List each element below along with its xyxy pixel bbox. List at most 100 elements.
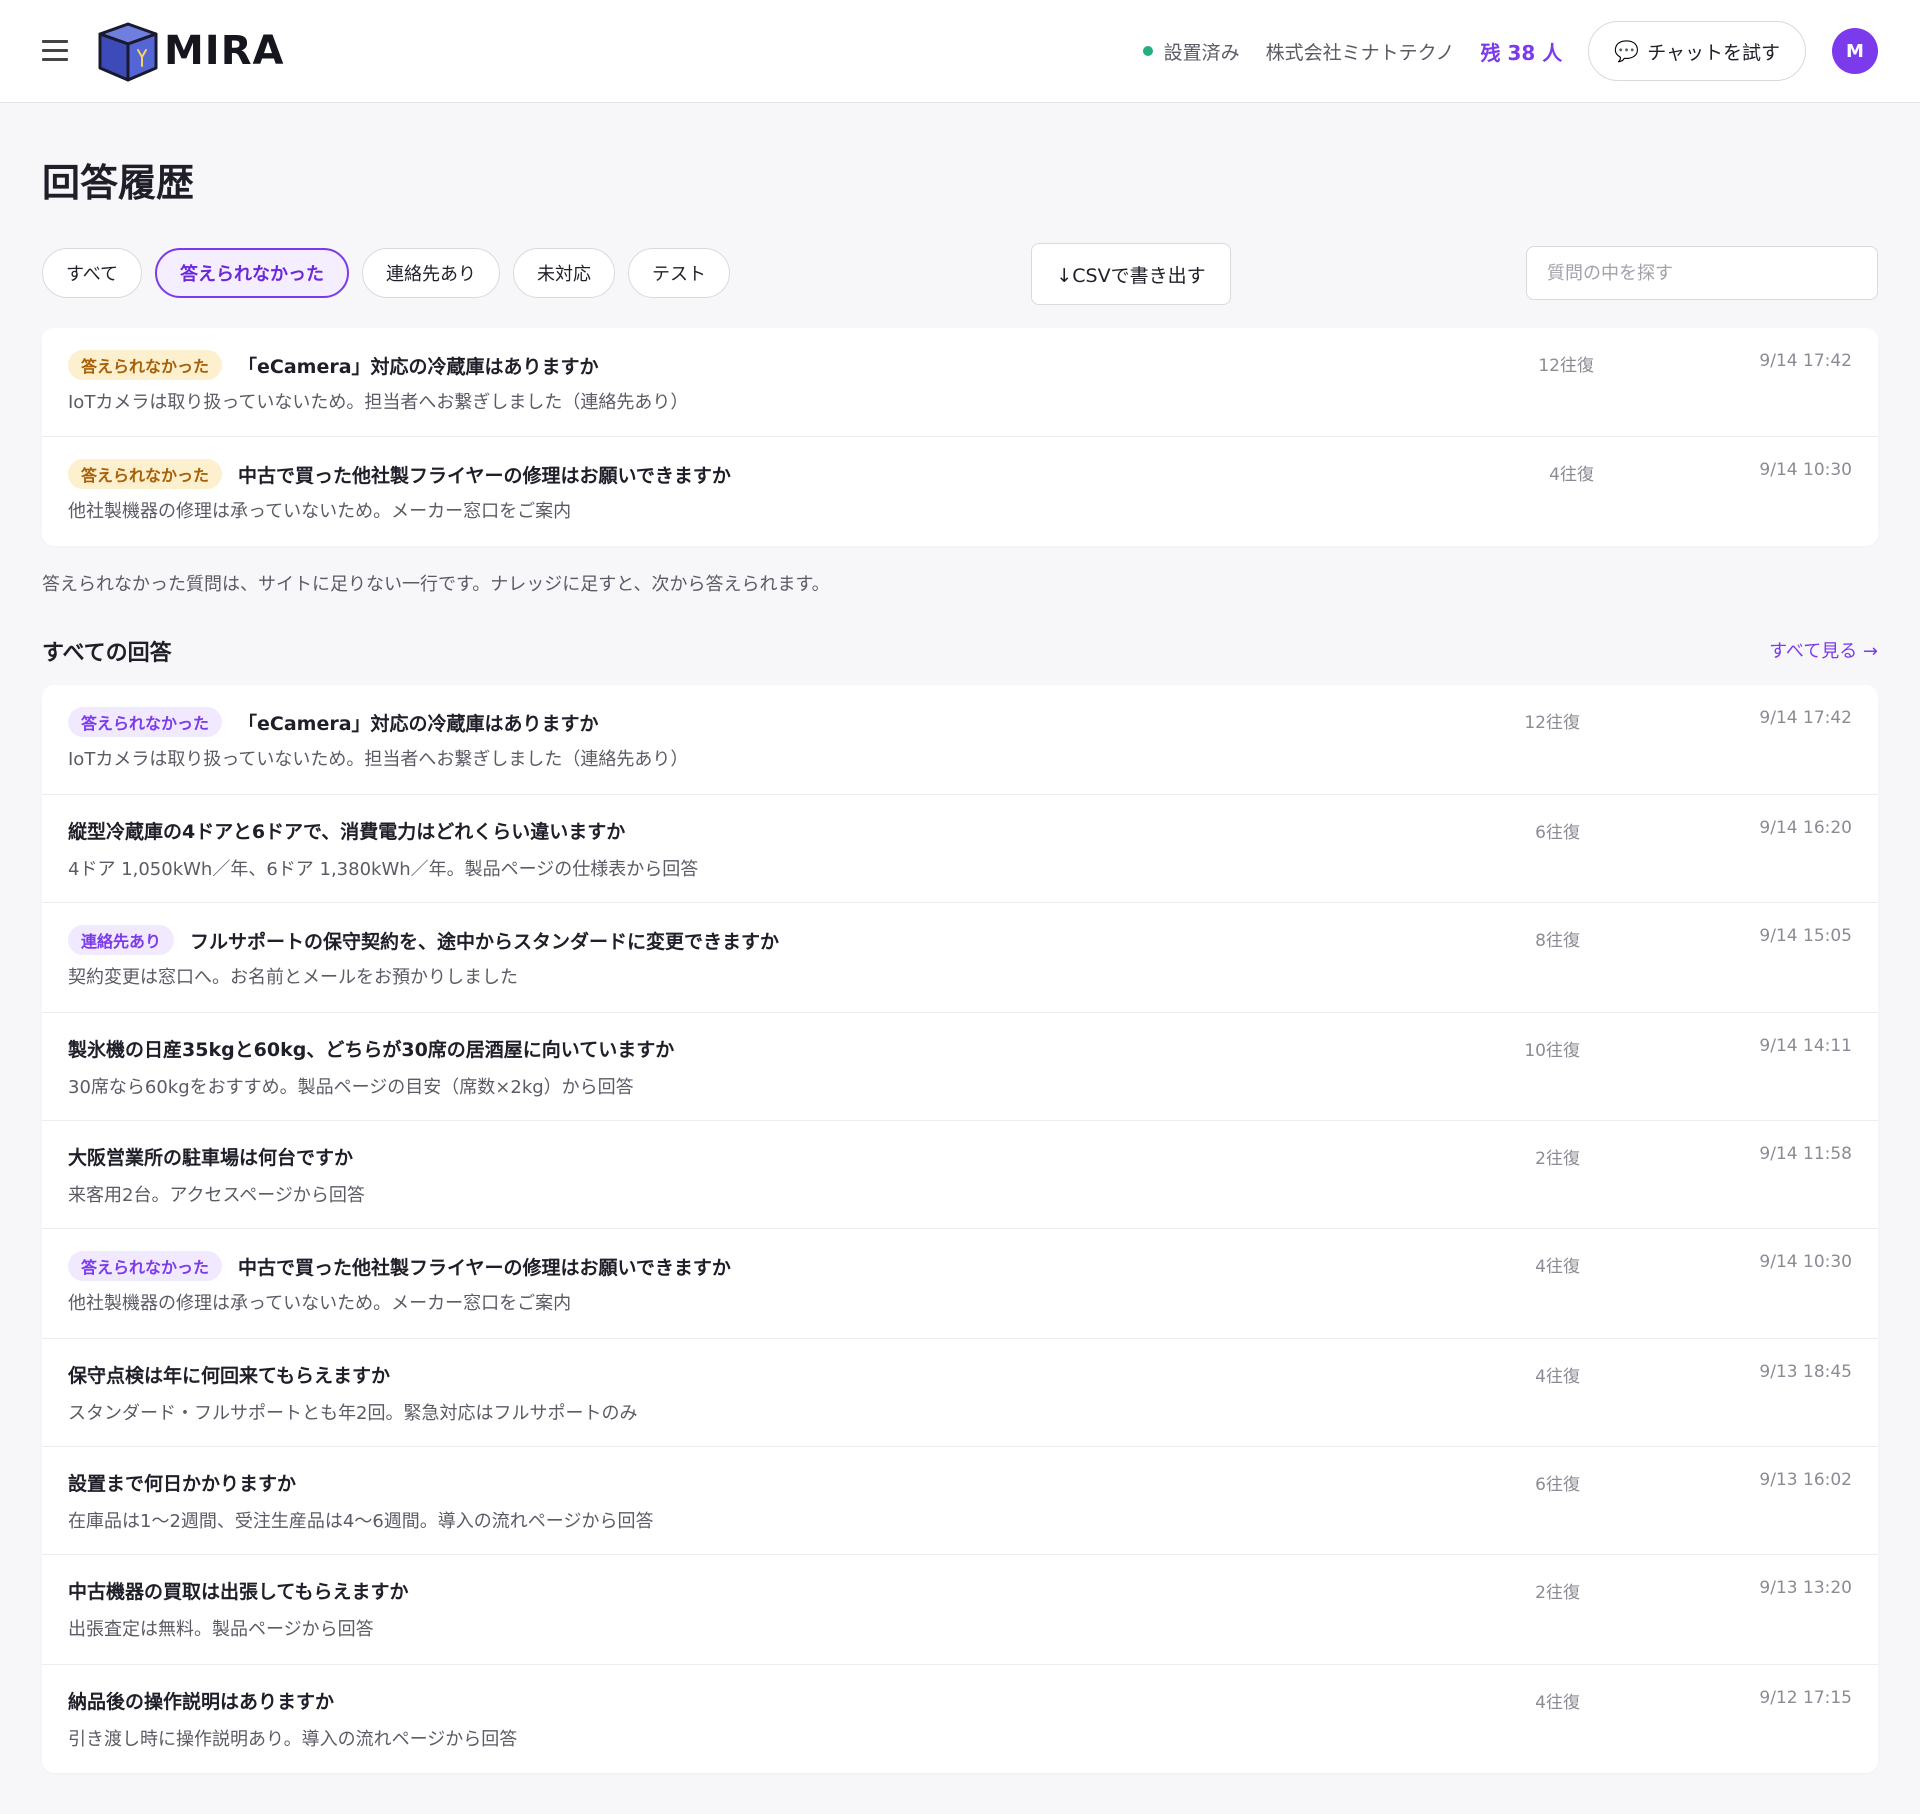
filter-unanswered[interactable]: 答えられなかった — [155, 248, 350, 298]
list-item-header: 製氷機の日産35kgと60kg、どちらが30席の居酒屋に向いていますか — [68, 1035, 674, 1062]
filter-has-contact[interactable]: 連絡先あり — [362, 248, 501, 298]
answer-summary: 契約変更は窓口へ。お名前とメールをお預かりしました — [68, 967, 518, 988]
list-item[interactable]: 大阪営業所の駐車場は何台ですか 来客用2台。アクセスページから回答 2往復 9/14 … — [42, 1121, 1878, 1229]
timestamp: 9/14 10:30 — [1759, 460, 1852, 480]
search-input[interactable] — [1526, 246, 1878, 300]
try-chat-label: チャットを試す — [1647, 41, 1780, 64]
timestamp: 9/14 10:30 — [1759, 1252, 1852, 1272]
timestamp: 9/13 18:45 — [1759, 1362, 1852, 1382]
timestamp: 9/13 13:20 — [1759, 1578, 1852, 1598]
cube-logo-icon — [98, 22, 158, 82]
turn-count: 10往復 — [1524, 1041, 1580, 1061]
answer-summary: 来客用2台。アクセスページから回答 — [68, 1185, 365, 1206]
turn-count: 4往復 — [1535, 1257, 1580, 1277]
list-item-header: 中古機器の買取は出張してもらえますか — [68, 1577, 408, 1604]
status-badge: 答えられなかった — [68, 1251, 223, 1281]
turn-count: 12往復 — [1538, 356, 1594, 376]
timestamp: 9/14 17:42 — [1759, 351, 1852, 371]
all-answers-list: 答えられなかった 「eCamera」対応の冷蔵庫はありますか IoTカメラは取り扱っ… — [42, 685, 1878, 1773]
question-text: 大阪営業所の駐車場は何台ですか — [68, 1147, 354, 1169]
filter-test[interactable]: テスト — [628, 248, 731, 298]
timestamp: 9/14 11:58 — [1759, 1144, 1852, 1164]
status-badge: 答えられなかった — [68, 459, 223, 489]
answer-summary: 在庫品は1〜2週間、受注生産品は4〜6週間。導入の流れページから回答 — [68, 1511, 654, 1532]
logo[interactable]: MIRA — [94, 18, 284, 84]
list-item[interactable]: 保守点検は年に何回来てもらえますかスタンダード・フルサポートとも年2回。緊急対応… — [42, 1339, 1878, 1447]
status-badge: 連絡先あり — [68, 925, 175, 955]
question-text: 製氷機の日産35kgと60kg、どちらが30席の居酒屋に向いていますか — [68, 1039, 675, 1061]
turn-count: 4往復 — [1549, 465, 1594, 485]
turn-count: 2往復 — [1535, 1149, 1580, 1169]
list-item-header: 答えられなかった 中古で買った他社製フライヤーの修理はお願いできますか — [68, 1251, 731, 1281]
status-badge: 答えられなかった — [68, 707, 223, 737]
avatar[interactable]: M — [1832, 28, 1878, 74]
page-title: 回答履歴 — [42, 161, 195, 205]
list-item[interactable]: 答えられなかった 中古で買った他社製フライヤーの修理はお願いできますか他社製機器の… — [42, 1229, 1878, 1339]
menu-icon[interactable] — [42, 40, 68, 62]
turn-count: 4往復 — [1535, 1367, 1580, 1387]
list-item-header: 保守点検は年に何回来てもらえますか — [68, 1361, 390, 1388]
timestamp: 9/12 17:15 — [1759, 1688, 1852, 1708]
question-text: 中古機器の買取は出張してもらえますか — [68, 1581, 409, 1603]
answer-summary: スタンダード・フルサポートとも年2回。緊急対応はフルサポートのみ — [68, 1403, 638, 1424]
answer-summary: 4ドア 1,050kWh／年、6ドア 1,380kWh／年。製品ページの仕様表か… — [68, 859, 699, 880]
list-item[interactable]: 設置まで何日かかりますか在庫品は1〜2週間、受注生産品は4〜6週間。導入の流れペ… — [42, 1447, 1878, 1555]
company-name: 株式会社ミナトテクノ — [1265, 41, 1455, 64]
list-item[interactable]: 答えられなかった 中古で買った他社製フライヤーの修理はお願いできますか他社製機器の… — [42, 437, 1878, 546]
timestamp: 9/14 14:11 — [1759, 1036, 1852, 1056]
list-item[interactable]: 中古機器の買取は出張してもらえますか 出張査定は無料。製品ページから回答 2往復 9/… — [42, 1555, 1878, 1665]
turn-count: 6往復 — [1535, 1475, 1580, 1495]
list-item-header: 連絡先あり フルサポートの保守契約を、途中からスタンダードに変更できますか — [68, 925, 779, 955]
status-badge: 答えられなかった — [68, 350, 223, 380]
question-text: 中古で買った他社製フライヤーの修理はお願いできますか — [238, 1256, 731, 1279]
question-text: 「eCamera」対応の冷蔵庫はありますか — [238, 355, 599, 378]
try-chat-button[interactable]: 💬 チャットを試す — [1588, 21, 1806, 81]
turn-count: 6往復 — [1535, 823, 1580, 843]
see-all-link[interactable]: すべて見る → — [1769, 637, 1878, 663]
list-item[interactable]: 納品後の操作説明はありますか引き渡し時に操作説明あり。導入の流れページから回答 4… — [42, 1665, 1878, 1773]
list-item-header: 答えられなかった 「eCamera」対応の冷蔵庫はありますか — [68, 350, 599, 380]
unanswered-note: 答えられなかった質問は、サイトに足りない一行です。ナレッジに足すと、次から答えら… — [42, 574, 830, 595]
status-dot-icon — [1142, 46, 1153, 56]
list-item[interactable]: 連絡先あり フルサポートの保守契約を、途中からスタンダードに変更できますか契約変更… — [42, 903, 1878, 1013]
list-item[interactable]: 縦型冷蔵庫の4ドアと6ドアで、消費電力はどれくらい違いますか 4ドア 1,050k… — [42, 795, 1878, 903]
turn-count: 12往復 — [1524, 713, 1580, 733]
turn-count: 4往復 — [1535, 1693, 1580, 1713]
question-text: 縦型冷蔵庫の4ドアと6ドアで、消費電力はどれくらい違いますか — [68, 821, 626, 843]
list-item[interactable]: 製氷機の日産35kgと60kg、どちらが30席の居酒屋に向いていますか 30席なら… — [42, 1013, 1878, 1121]
question-text: 「eCamera」対応の冷蔵庫はありますか — [238, 712, 599, 735]
chat-bubble-icon: 💬 — [1614, 39, 1640, 63]
question-text: 設置まで何日かかりますか — [68, 1473, 297, 1495]
list-item-header: 設置まで何日かかりますか — [68, 1469, 296, 1496]
list-item[interactable]: 答えられなかった 「eCamera」対応の冷蔵庫はありますか IoTカメラは取り扱っ… — [42, 328, 1878, 437]
answer-summary: 他社製機器の修理は承っていないため。メーカー窓口をご案内 — [68, 501, 572, 522]
csv-export-button[interactable]: ↓CSVで書き出す — [1031, 243, 1231, 305]
question-text: 中古で買った他社製フライヤーの修理はお願いできますか — [238, 464, 731, 487]
list-item-header: 納品後の操作説明はありますか — [68, 1687, 334, 1714]
top-header: MIRA 設置済み 株式会社ミナトテクノ 残 38 人 💬 チャットを試す M — [0, 0, 1920, 103]
logo-text: MIRA — [164, 28, 285, 74]
timestamp: 9/13 16:02 — [1759, 1470, 1852, 1490]
turn-count: 2往復 — [1535, 1583, 1580, 1603]
filter-unhandled[interactable]: 未対応 — [513, 248, 616, 298]
filter-all[interactable]: すべて — [42, 248, 143, 298]
list-item[interactable]: 答えられなかった 「eCamera」対応の冷蔵庫はありますか IoTカメラは取り扱っ… — [42, 685, 1878, 795]
timestamp: 9/14 17:42 — [1759, 708, 1852, 728]
question-text: 納品後の操作説明はありますか — [68, 1691, 335, 1713]
answer-summary: 引き渡し時に操作説明あり。導入の流れページから回答 — [68, 1729, 518, 1750]
timestamp: 9/14 16:20 — [1759, 818, 1852, 838]
answer-summary: 出張査定は無料。製品ページから回答 — [68, 1619, 374, 1640]
list-item-header: 縦型冷蔵庫の4ドアと6ドアで、消費電力はどれくらい違いますか — [68, 817, 625, 844]
answer-summary: 他社製機器の修理は承っていないため。メーカー窓口をご案内 — [68, 1293, 572, 1314]
list-item-header: 答えられなかった 「eCamera」対応の冷蔵庫はありますか — [68, 707, 599, 737]
question-text: 保守点検は年に何回来てもらえますか — [68, 1365, 391, 1387]
unanswered-list: 答えられなかった 「eCamera」対応の冷蔵庫はありますか IoTカメラは取り扱っ… — [42, 328, 1878, 546]
answer-summary: IoTカメラは取り扱っていないため。担当者へお繋ぎしました（連絡先あり） — [68, 392, 689, 413]
question-text: フルサポートの保守契約を、途中からスタンダードに変更できますか — [190, 930, 780, 953]
list-item-header: 答えられなかった 中古で買った他社製フライヤーの修理はお願いできますか — [68, 459, 731, 489]
status-label: 設置済み — [1163, 41, 1240, 64]
answer-summary: 30席なら60kgをおすすめ。製品ページの目安（席数×2kg）から回答 — [68, 1077, 634, 1098]
remaining-count: 残 38 人 — [1480, 40, 1563, 65]
install-status: 設置済み — [1142, 38, 1240, 65]
answer-summary: IoTカメラは取り扱っていないため。担当者へお繋ぎしました（連絡先あり） — [68, 749, 689, 770]
